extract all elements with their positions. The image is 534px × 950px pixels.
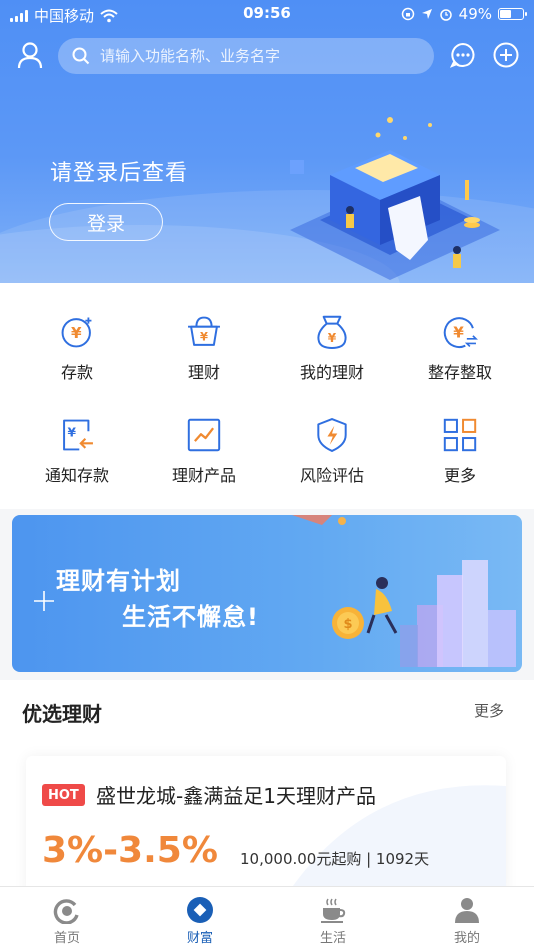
featured-header: 优选理财 更多: [0, 680, 534, 740]
wealth-icon: [187, 897, 213, 923]
hero-section: 中国移动 09:56 49% 请输入功能名称、业务名字 请登录后查看 登录: [0, 0, 534, 283]
grid-item-products[interactable]: 理财产品: [137, 386, 271, 486]
deposit-icon: ¥: [61, 317, 92, 348]
shield-bolt-icon: [317, 418, 347, 452]
tab-home[interactable]: 首页: [0, 887, 134, 950]
battery-percent: 49%: [458, 5, 492, 23]
grid-item-more[interactable]: 更多: [393, 386, 527, 486]
grid-label: 更多: [443, 466, 476, 485]
banner-line1: 理财有计划: [56, 567, 181, 595]
banner-sparkle-icon: [34, 591, 54, 611]
lock-rotation-icon: [401, 7, 414, 21]
hot-badge: HOT: [42, 784, 85, 806]
function-grid: ¥ 存款 ¥ 理财 ¥ 我的理财 ¥ 整存整取 ¥ 通知存款 理财产品 风险评估…: [0, 283, 534, 509]
section-title: 优选理财: [22, 702, 102, 726]
promo-banner[interactable]: 理财有计划 生活不懈怠! $: [12, 515, 522, 672]
tab-wealth[interactable]: 财富: [133, 887, 267, 950]
tab-label: 生活: [319, 931, 346, 946]
tab-label: 首页: [53, 931, 80, 946]
svg-text:$: $: [343, 617, 352, 632]
finance-machine-illustration: [290, 117, 500, 280]
money-bag-icon: ¥: [317, 315, 347, 349]
product-meta: 10,000.00元起购 | 1092天: [240, 850, 430, 868]
chart-trend-icon: [187, 418, 221, 452]
battery-icon: [498, 8, 527, 20]
status-bar: 中国移动 09:56 49%: [0, 0, 534, 28]
tab-label: 我的: [453, 931, 480, 946]
grid-label: 存款: [60, 363, 93, 382]
grid-label: 理财: [187, 363, 220, 382]
grid-label: 整存整取: [427, 363, 492, 382]
svg-text:¥: ¥: [200, 329, 208, 343]
user-icon[interactable]: [13, 38, 47, 72]
svg-text:¥: ¥: [328, 331, 337, 345]
tab-profile[interactable]: 我的: [400, 887, 534, 950]
tab-life[interactable]: 生活: [266, 887, 400, 950]
profile-icon: [455, 898, 479, 923]
login-prompt: 请登录后查看: [50, 161, 189, 186]
grid-item-lump-sum[interactable]: ¥ 整存整取: [393, 283, 527, 383]
product-name: 盛世龙城-鑫满益足1天理财产品: [96, 784, 376, 808]
top-bar: [0, 36, 534, 76]
svg-text:¥: ¥: [453, 323, 464, 341]
grid-item-wealth[interactable]: ¥ 理财: [137, 283, 271, 383]
add-icon[interactable]: [489, 38, 523, 72]
coffee-icon: [321, 898, 346, 923]
location-icon: [421, 9, 432, 19]
bottom-tab-bar: 首页 财富 生活 我的: [0, 886, 534, 950]
message-icon[interactable]: [446, 38, 480, 72]
lump-sum-icon: ¥: [443, 317, 478, 349]
grid-item-my-wealth[interactable]: ¥ 我的理财: [265, 283, 399, 383]
svg-text:¥: ¥: [71, 324, 82, 342]
home-icon: [53, 899, 79, 924]
product-rate: 3%-3.5%: [42, 830, 218, 871]
grid-label: 理财产品: [171, 466, 236, 485]
search-input[interactable]: [100, 47, 420, 65]
grid-label: 我的理财: [299, 363, 364, 382]
product-card[interactable]: HOT 盛世龙城-鑫满益足1天理财产品 3%-3.5% 10,000.00元起购…: [26, 756, 506, 896]
card-watermark: [286, 785, 506, 896]
grid-item-deposit[interactable]: ¥ 存款: [10, 283, 144, 383]
banner-illustration: $: [292, 515, 516, 667]
grid-label: 风险评估: [299, 466, 364, 485]
svg-text:¥: ¥: [67, 426, 76, 440]
grid-item-notice-deposit[interactable]: ¥ 通知存款: [10, 386, 144, 486]
tab-label: 财富: [186, 931, 213, 946]
search-bar[interactable]: [58, 38, 434, 74]
grid-more-icon: [443, 418, 477, 452]
search-icon: [72, 47, 90, 65]
grid-label: 通知存款: [44, 466, 109, 485]
alarm-icon: [439, 9, 452, 21]
login-button[interactable]: 登录: [49, 203, 163, 241]
notice-deposit-icon: ¥: [63, 419, 93, 451]
banner-line2: 生活不懈怠!: [122, 603, 259, 631]
more-link[interactable]: 更多: [474, 700, 504, 721]
featured-products: HOT 盛世龙城-鑫满益足1天理财产品 3%-3.5% 10,000.00元起购…: [0, 740, 534, 896]
grid-item-risk[interactable]: 风险评估: [265, 386, 399, 486]
wealth-basket-icon: ¥: [188, 316, 220, 346]
